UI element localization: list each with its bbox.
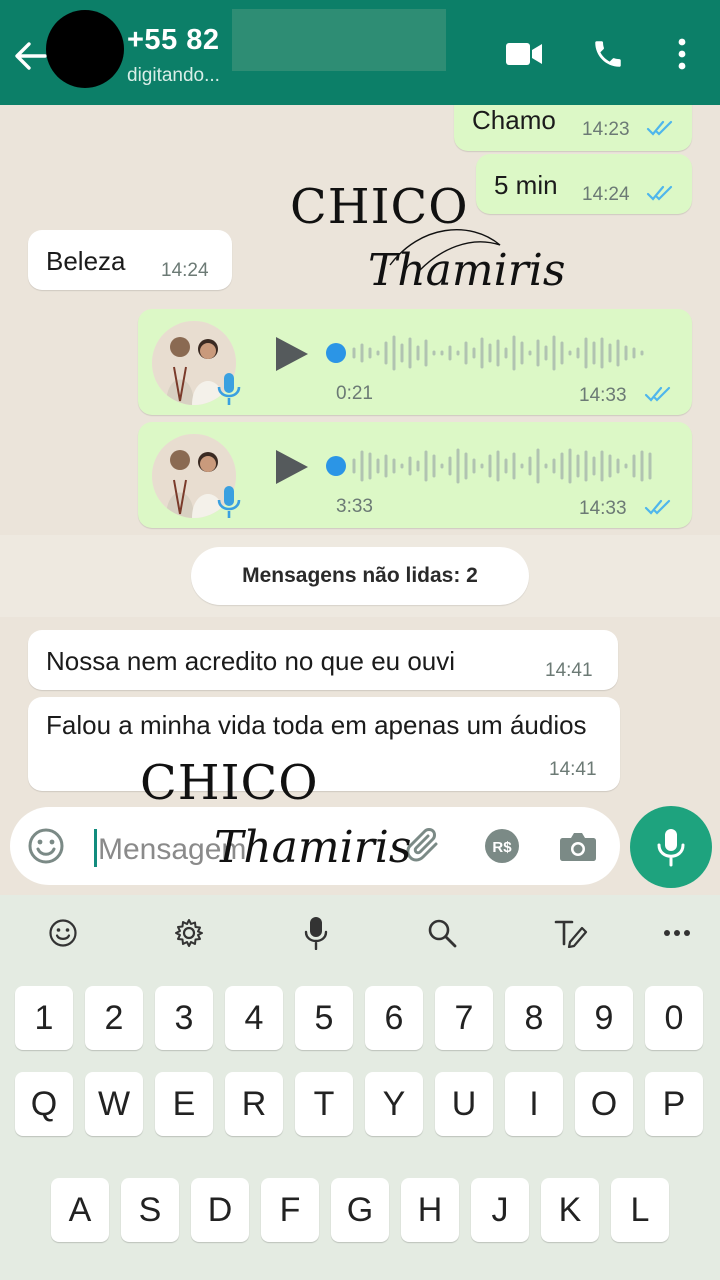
key-9[interactable]: 9 bbox=[575, 986, 633, 1050]
chat-header: +55 82 digitando... bbox=[0, 0, 720, 105]
mic-button[interactable] bbox=[630, 806, 712, 888]
message-composer[interactable]: Mensagem R$ bbox=[10, 807, 620, 885]
emoji-icon[interactable] bbox=[24, 824, 68, 868]
more-vert-icon[interactable] bbox=[658, 30, 706, 78]
key-8[interactable]: 8 bbox=[505, 986, 563, 1050]
voice-input-icon[interactable] bbox=[290, 911, 342, 955]
read-ticks-icon bbox=[644, 499, 671, 515]
key-s[interactable]: S bbox=[121, 1178, 179, 1242]
text-cursor bbox=[94, 829, 97, 867]
phone-icon[interactable] bbox=[584, 30, 632, 78]
key-6[interactable]: 6 bbox=[365, 986, 423, 1050]
message-text: Nossa nem acredito no que eu ouvi bbox=[46, 646, 456, 676]
contact-avatar[interactable] bbox=[46, 10, 124, 88]
typing-status: digitando... bbox=[127, 65, 220, 86]
voice-message[interactable]: 0:21 14:33 bbox=[138, 309, 692, 415]
key-a[interactable]: A bbox=[51, 1178, 109, 1242]
voice-duration: 0:21 bbox=[336, 383, 373, 404]
mic-badge-icon bbox=[217, 373, 241, 405]
play-icon[interactable] bbox=[272, 335, 310, 373]
soft-keyboard: 1234567890 QWERTYUIOP ASDFGHJKL bbox=[0, 895, 720, 1280]
key-r[interactable]: R bbox=[225, 1072, 283, 1136]
audio-waveform[interactable] bbox=[324, 446, 664, 486]
key-q[interactable]: Q bbox=[15, 1072, 73, 1136]
video-call-icon[interactable] bbox=[500, 30, 548, 78]
key-k[interactable]: K bbox=[541, 1178, 599, 1242]
message-bubble-incoming[interactable]: Beleza 14:24 bbox=[28, 230, 232, 290]
key-f[interactable]: F bbox=[261, 1178, 319, 1242]
message-bubble-incoming[interactable]: Falou a minha vida toda em apenas um áud… bbox=[28, 697, 620, 791]
key-2[interactable]: 2 bbox=[85, 986, 143, 1050]
voice-message[interactable]: 3:33 14:33 bbox=[138, 422, 692, 528]
message-time: 14:33 bbox=[579, 498, 627, 519]
key-i[interactable]: I bbox=[505, 1072, 563, 1136]
camera-icon[interactable] bbox=[556, 824, 600, 868]
message-bubble-outgoing[interactable]: Chamo 14:23 bbox=[454, 105, 692, 151]
message-input[interactable]: Mensagem bbox=[98, 833, 246, 867]
key-t[interactable]: T bbox=[295, 1072, 353, 1136]
watermark-flourish bbox=[389, 229, 501, 271]
message-text: Falou a minha vida toda em apenas um áud… bbox=[46, 710, 587, 740]
key-7[interactable]: 7 bbox=[435, 986, 493, 1050]
key-p[interactable]: P bbox=[645, 1072, 703, 1136]
search-icon[interactable] bbox=[416, 911, 468, 955]
key-h[interactable]: H bbox=[401, 1178, 459, 1242]
unread-messages-label: Mensagens não lidas: 2 bbox=[191, 547, 529, 605]
chat-area[interactable]: Chamo 14:23 5 min 14:24 Beleza 14:24 0:2… bbox=[0, 105, 720, 895]
play-icon[interactable] bbox=[272, 448, 310, 486]
voice-duration: 3:33 bbox=[336, 496, 373, 517]
message-time: 14:41 bbox=[549, 759, 597, 780]
more-icon[interactable] bbox=[651, 911, 703, 955]
key-e[interactable]: E bbox=[155, 1072, 213, 1136]
message-text: Beleza bbox=[46, 246, 126, 276]
message-bubble-incoming[interactable]: Nossa nem acredito no que eu ouvi 14:41 bbox=[28, 630, 618, 690]
key-w[interactable]: W bbox=[85, 1072, 143, 1136]
read-ticks-icon bbox=[646, 185, 673, 201]
back-arrow-icon[interactable] bbox=[10, 36, 50, 76]
key-d[interactable]: D bbox=[191, 1178, 249, 1242]
key-3[interactable]: 3 bbox=[155, 986, 213, 1050]
payment-icon[interactable]: R$ bbox=[480, 824, 524, 868]
message-time: 14:33 bbox=[579, 385, 627, 406]
settings-icon[interactable] bbox=[163, 911, 215, 955]
contact-name[interactable]: +55 82 bbox=[127, 24, 220, 57]
key-o[interactable]: O bbox=[575, 1072, 633, 1136]
read-ticks-icon bbox=[646, 120, 673, 136]
message-bubble-outgoing[interactable]: 5 min 14:24 bbox=[476, 154, 692, 214]
mic-badge-icon bbox=[217, 486, 241, 518]
message-time: 14:41 bbox=[545, 660, 593, 681]
message-text: 5 min bbox=[494, 170, 558, 200]
key-j[interactable]: J bbox=[471, 1178, 529, 1242]
emoji-icon[interactable] bbox=[37, 911, 89, 955]
message-text: Chamo bbox=[472, 105, 556, 135]
svg-text:R$: R$ bbox=[492, 839, 512, 856]
attach-icon[interactable] bbox=[402, 824, 446, 868]
read-ticks-icon bbox=[644, 386, 671, 402]
key-0[interactable]: 0 bbox=[645, 986, 703, 1050]
message-time: 14:24 bbox=[582, 184, 630, 205]
message-time: 14:23 bbox=[582, 119, 630, 140]
audio-waveform[interactable] bbox=[324, 333, 664, 373]
key-u[interactable]: U bbox=[435, 1072, 493, 1136]
key-5[interactable]: 5 bbox=[295, 986, 353, 1050]
key-y[interactable]: Y bbox=[365, 1072, 423, 1136]
mic-icon bbox=[657, 829, 685, 867]
key-1[interactable]: 1 bbox=[15, 986, 73, 1050]
key-4[interactable]: 4 bbox=[225, 986, 283, 1050]
message-time: 14:24 bbox=[161, 260, 209, 281]
key-l[interactable]: L bbox=[611, 1178, 669, 1242]
key-g[interactable]: G bbox=[331, 1178, 389, 1242]
redacted-area bbox=[232, 9, 446, 71]
handwriting-icon[interactable] bbox=[545, 911, 597, 955]
